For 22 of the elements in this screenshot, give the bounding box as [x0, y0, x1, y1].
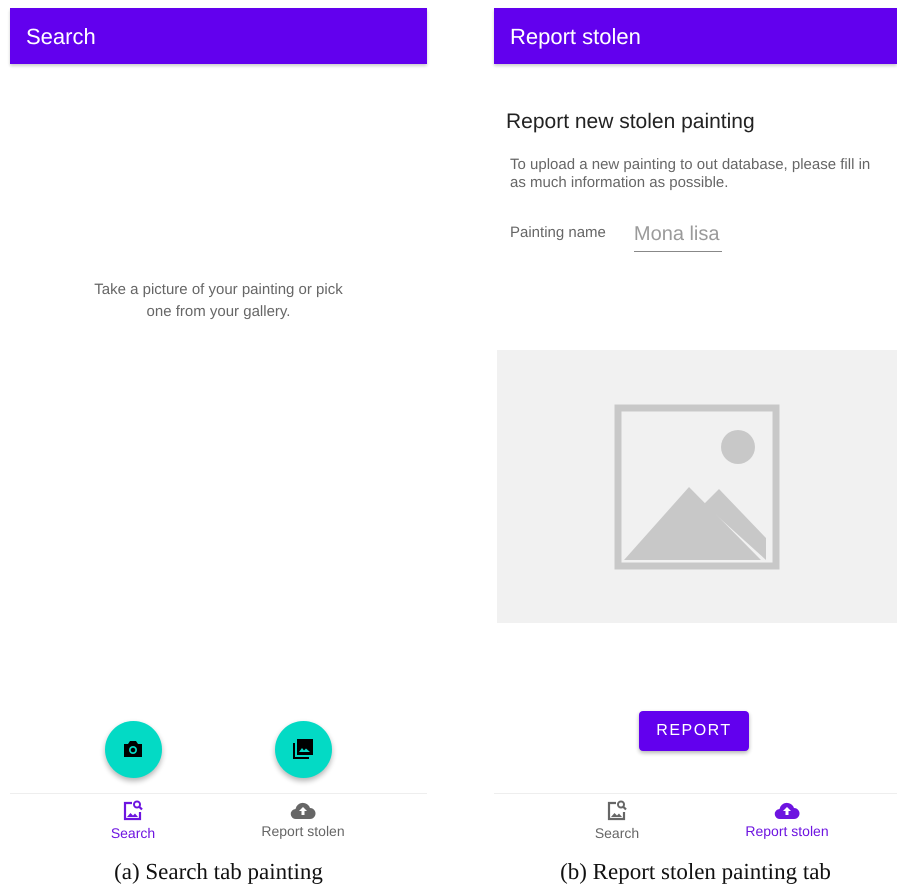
app-bar-title: Report stolen [510, 22, 641, 51]
app-bar-title: Search [26, 22, 96, 50]
cloud-upload-icon [290, 800, 316, 820]
nav-tab[interactable]: Report stolen [243, 794, 363, 848]
section-heading: Report new stolen painting [506, 109, 756, 135]
description-text: To upload a new painting to out database, please fill in as much information as possible. [510, 156, 872, 193]
image-placeholder-icon [614, 404, 780, 570]
instruction-text: Take a picture of your painting or pick one from your gallery. [94, 280, 344, 322]
nav-tab[interactable]: Report stolen [727, 794, 847, 848]
image-search-icon [121, 798, 145, 822]
figure-caption: (b) Report stolen painting tab [559, 858, 832, 886]
figure-caption: (a) Search tab painting [113, 858, 324, 886]
nav-tab[interactable]: Search [73, 794, 193, 848]
camera-button[interactable] [104, 720, 162, 778]
photo-library-icon [292, 738, 314, 760]
field-label: Painting name [510, 222, 606, 242]
camera-icon [122, 739, 144, 759]
report-button[interactable]: REPORT [639, 710, 749, 750]
gallery-button[interactable] [274, 720, 332, 778]
cloud-upload-icon [774, 800, 800, 820]
image-search-icon [605, 798, 629, 822]
nav-tab[interactable]: Search [557, 794, 677, 848]
